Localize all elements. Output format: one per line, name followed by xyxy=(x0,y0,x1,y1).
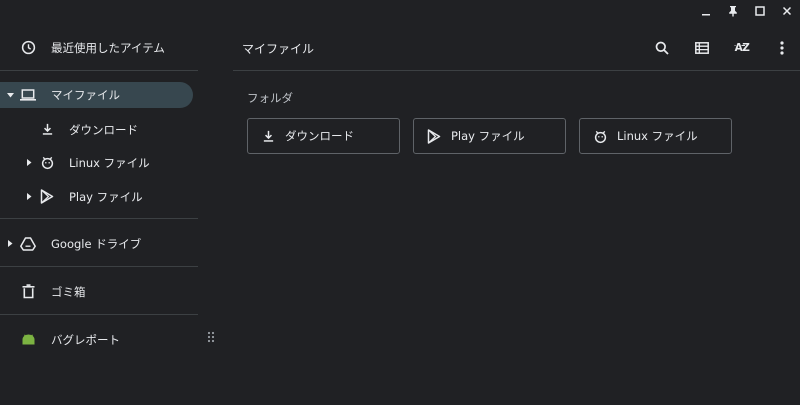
minimize-icon xyxy=(701,6,711,16)
sidebar-item-my-files[interactable]: マイファイル xyxy=(0,82,193,108)
sidebar-item-recent[interactable]: 最近使用したアイテム xyxy=(0,31,198,64)
more-vert-icon xyxy=(780,41,784,55)
sidebar-item-linux-files[interactable]: Linux ファイル xyxy=(0,146,198,179)
download-icon xyxy=(39,122,55,138)
section-title-folders: フォルダ xyxy=(247,91,293,105)
pin-icon xyxy=(727,5,739,17)
expand-right-icon[interactable] xyxy=(25,159,33,167)
folder-label: Play ファイル xyxy=(451,129,525,143)
sidebar-item-trash[interactable]: ゴミ箱 xyxy=(0,275,198,308)
laptop-icon xyxy=(20,87,36,103)
sidebar: 最近使用したアイテム マイファイル ダウンロード Linux ファイル Play… xyxy=(0,28,198,405)
search-icon xyxy=(655,41,669,55)
sidebar-divider xyxy=(0,70,198,71)
sidebar-item-label: ゴミ箱 xyxy=(51,284,86,299)
sidebar-item-downloads[interactable]: ダウンロード xyxy=(0,113,198,146)
sidebar-item-label: マイファイル xyxy=(51,88,120,102)
sidebar-divider xyxy=(0,218,198,219)
download-icon xyxy=(260,128,276,144)
close-button[interactable] xyxy=(773,0,800,22)
sidebar-item-label: 最近使用したアイテム xyxy=(51,40,165,55)
sidebar-item-play-files[interactable]: Play ファイル xyxy=(0,180,198,213)
list-view-button[interactable] xyxy=(690,37,714,59)
sidebar-item-label: ダウンロード xyxy=(69,122,138,137)
sort-button[interactable]: AZ xyxy=(730,37,754,59)
maximize-icon xyxy=(754,6,765,16)
sort-icon: AZ xyxy=(734,42,750,54)
sidebar-item-label: バグレポート xyxy=(51,332,120,347)
linux-icon xyxy=(592,128,608,144)
sidebar-divider xyxy=(0,266,198,267)
sidebar-item-label: Linux ファイル xyxy=(69,155,150,170)
expand-right-icon[interactable] xyxy=(6,240,14,248)
close-icon xyxy=(782,6,792,16)
sidebar-item-bug-report[interactable]: バグレポート xyxy=(0,323,198,356)
clock-icon xyxy=(20,40,36,56)
folder-card-play-files[interactable]: Play ファイル xyxy=(413,118,566,154)
sidebar-item-label: Google ドライブ xyxy=(51,236,142,251)
sidebar-item-google-drive[interactable]: Google ドライブ xyxy=(0,227,198,260)
expand-right-icon[interactable] xyxy=(25,193,33,201)
maximize-button[interactable] xyxy=(746,0,773,22)
folder-card-downloads[interactable]: ダウンロード xyxy=(247,118,400,154)
play-icon xyxy=(39,189,55,205)
window-controls xyxy=(680,0,800,22)
expand-down-icon[interactable] xyxy=(6,91,14,99)
linux-icon xyxy=(39,155,55,171)
sidebar-resize-handle[interactable] xyxy=(206,330,216,344)
folder-label: Linux ファイル xyxy=(617,129,698,143)
toolbar-divider xyxy=(233,70,800,71)
folder-label: ダウンロード xyxy=(285,129,354,143)
list-view-icon xyxy=(695,42,709,54)
play-icon xyxy=(426,128,442,144)
pin-button[interactable] xyxy=(719,0,746,22)
google-drive-icon xyxy=(20,236,36,252)
sidebar-divider xyxy=(0,314,198,315)
android-icon xyxy=(20,332,36,348)
trash-icon xyxy=(20,284,36,300)
search-button[interactable] xyxy=(650,37,674,59)
sidebar-item-label: Play ファイル xyxy=(69,189,143,204)
more-options-button[interactable] xyxy=(770,37,794,59)
folder-card-linux-files[interactable]: Linux ファイル xyxy=(579,118,732,154)
minimize-button[interactable] xyxy=(692,0,719,22)
main-content: マイファイル AZ フォルダ ダウンロード Play ファイル Linux ファ… xyxy=(233,28,800,405)
breadcrumb[interactable]: マイファイル xyxy=(242,40,314,57)
